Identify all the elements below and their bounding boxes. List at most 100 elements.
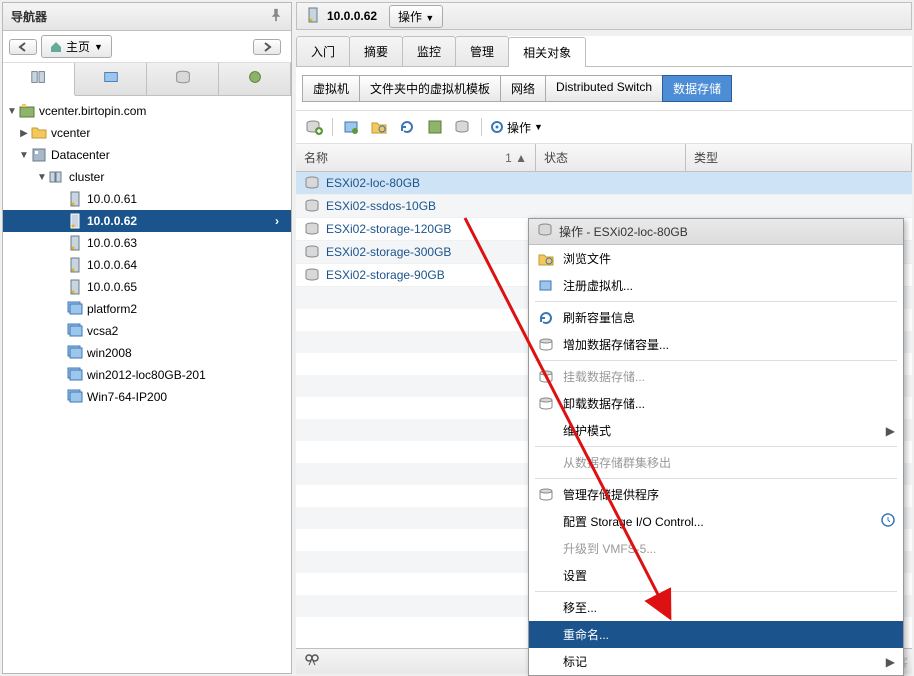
tree-label: 10.0.0.65 <box>87 280 137 294</box>
table-row[interactable]: ESXi02-loc-80GB <box>296 172 912 195</box>
menu-item[interactable]: 标记▶ <box>529 648 903 675</box>
menu-item-label: 注册虚拟机... <box>563 277 633 294</box>
refresh-button[interactable] <box>397 117 417 137</box>
menu-item[interactable]: 卸载数据存储... <box>529 390 903 417</box>
subtab-networks[interactable]: 网络 <box>500 75 546 102</box>
vm-icon <box>67 301 83 317</box>
tree-host[interactable]: 10.0.0.63 <box>3 232 291 254</box>
tree-host[interactable]: 10.0.0.61 <box>3 188 291 210</box>
tree-label: vcenter <box>51 126 90 140</box>
tab-related-objects[interactable]: 相关对象 <box>508 37 586 67</box>
manage-button[interactable] <box>453 117 473 137</box>
register-vm-button[interactable] <box>341 117 361 137</box>
menu-item[interactable]: 浏览文件 <box>529 245 903 272</box>
datacenter-icon <box>31 147 47 163</box>
tree-label: 10.0.0.62 <box>87 214 137 228</box>
menu-item[interactable]: 维护模式▶ <box>529 417 903 444</box>
context-menu: 操作 - ESXi02-loc-80GB 浏览文件注册虚拟机... 刷新容量信息增… <box>528 218 904 676</box>
nav-tab-storage[interactable] <box>147 63 219 95</box>
tree-datacenter[interactable]: ▼ Datacenter <box>3 144 291 166</box>
tree-vm[interactable]: Win7-64-IP200 <box>3 386 291 408</box>
increase-button[interactable] <box>425 117 445 137</box>
menu-item-label: 移至... <box>563 599 597 616</box>
tree-host[interactable]: 10.0.0.65 <box>3 276 291 298</box>
menu-item[interactable]: 重命名... <box>529 621 903 648</box>
blank-icon <box>537 541 555 557</box>
nav-tab-network[interactable] <box>219 63 291 95</box>
tab-getting-started[interactable]: 入门 <box>296 36 350 66</box>
sub-tabs: 虚拟机 文件夹中的虚拟机模板 网络 Distributed Switch 数据存… <box>296 67 912 111</box>
navigator-panel: 导航器 主页 ▼ ▼ vcenter.birtopin.com <box>2 2 292 674</box>
column-type[interactable]: 类型 <box>686 144 912 171</box>
menu-item[interactable]: 增加数据存储容量... <box>529 331 903 358</box>
menu-item[interactable]: 设置 <box>529 562 903 589</box>
increase-icon <box>537 337 555 353</box>
nav-tab-vms[interactable] <box>75 63 147 95</box>
tree-label: 10.0.0.64 <box>87 258 137 272</box>
back-button[interactable] <box>9 39 37 55</box>
tree-vm[interactable]: win2008 <box>3 342 291 364</box>
datastore-icon <box>304 222 320 236</box>
menu-item-label: 重命名... <box>563 626 609 643</box>
menu-item[interactable]: 管理存储提供程序 <box>529 481 903 508</box>
blank-icon <box>537 627 555 643</box>
menu-item-label: 管理存储提供程序 <box>563 486 659 503</box>
find-icon[interactable] <box>304 652 320 671</box>
home-label: 主页 <box>66 38 90 55</box>
menu-separator <box>535 360 897 361</box>
new-datastore-button[interactable] <box>304 117 324 137</box>
column-name[interactable]: 名称 1 ▲ <box>296 144 536 171</box>
blank-icon <box>537 600 555 616</box>
subtab-datastores[interactable]: 数据存储 <box>662 75 732 102</box>
subtab-vm-templates[interactable]: 文件夹中的虚拟机模板 <box>359 75 501 102</box>
tree-vm[interactable]: vcsa2 <box>3 320 291 342</box>
tree-host[interactable]: 10.0.0.64 <box>3 254 291 276</box>
tab-manage[interactable]: 管理 <box>455 36 509 66</box>
browse-button[interactable] <box>369 117 389 137</box>
tree-folder-vcenter[interactable]: ▶ vcenter <box>3 122 291 144</box>
tree-label: cluster <box>69 170 104 184</box>
table-row[interactable]: ESXi02-ssdos-10GB <box>296 195 912 218</box>
datastore-icon <box>304 199 320 213</box>
subtab-vms[interactable]: 虚拟机 <box>302 75 360 102</box>
mount-icon <box>537 369 555 385</box>
menu-item[interactable]: 刷新容量信息 <box>529 304 903 331</box>
nav-tab-hosts[interactable] <box>3 63 75 96</box>
folder-icon <box>31 125 47 141</box>
menu-item-label: 升级到 VMFS-5... <box>563 540 656 557</box>
menu-item[interactable]: 配置 Storage I/O Control... <box>529 508 903 535</box>
menu-item-label: 配置 Storage I/O Control... <box>563 513 704 530</box>
tab-monitor[interactable]: 监控 <box>402 36 456 66</box>
menu-item: 挂载数据存储... <box>529 363 903 390</box>
tree-host-selected[interactable]: 10.0.0.62 › <box>3 210 291 232</box>
menu-item[interactable]: 移至... <box>529 594 903 621</box>
home-button[interactable]: 主页 ▼ <box>41 35 112 58</box>
tab-summary[interactable]: 摘要 <box>349 36 403 66</box>
tree-label: win2012-loc80GB-201 <box>87 368 206 382</box>
toolbar-actions-dropdown[interactable]: 操作 ▼ <box>490 119 543 136</box>
content-header: 10.0.0.62 操作 ▼ <box>296 2 912 30</box>
tree-cluster[interactable]: ▼ cluster <box>3 166 291 188</box>
column-status[interactable]: 状态 <box>536 144 686 171</box>
tree-vm[interactable]: platform2 <box>3 298 291 320</box>
cell-name: ESXi02-storage-120GB <box>326 222 451 236</box>
blank-icon <box>537 423 555 439</box>
actions-dropdown[interactable]: 操作 ▼ <box>389 5 443 28</box>
navigator-title: 导航器 <box>11 8 47 25</box>
menu-separator <box>535 478 897 479</box>
menu-item-label: 维护模式 <box>563 422 611 439</box>
pin-icon[interactable] <box>269 8 283 25</box>
chevron-right-icon: ▶ <box>886 655 895 669</box>
forward-button[interactable] <box>253 39 281 55</box>
tree-vcenter-root[interactable]: ▼ vcenter.birtopin.com <box>3 100 291 122</box>
grid-header: 名称 1 ▲ 状态 类型 <box>296 144 912 172</box>
blank-icon <box>537 514 555 530</box>
tree-label: vcsa2 <box>87 324 118 338</box>
menu-separator <box>535 301 897 302</box>
subtab-dvs[interactable]: Distributed Switch <box>545 75 663 102</box>
tree-vm[interactable]: win2012-loc80GB-201 <box>3 364 291 386</box>
tree-label: 10.0.0.63 <box>87 236 137 250</box>
clock-icon <box>881 513 895 530</box>
menu-item[interactable]: 注册虚拟机... <box>529 272 903 299</box>
context-menu-title: 操作 - ESXi02-loc-80GB <box>559 223 688 240</box>
